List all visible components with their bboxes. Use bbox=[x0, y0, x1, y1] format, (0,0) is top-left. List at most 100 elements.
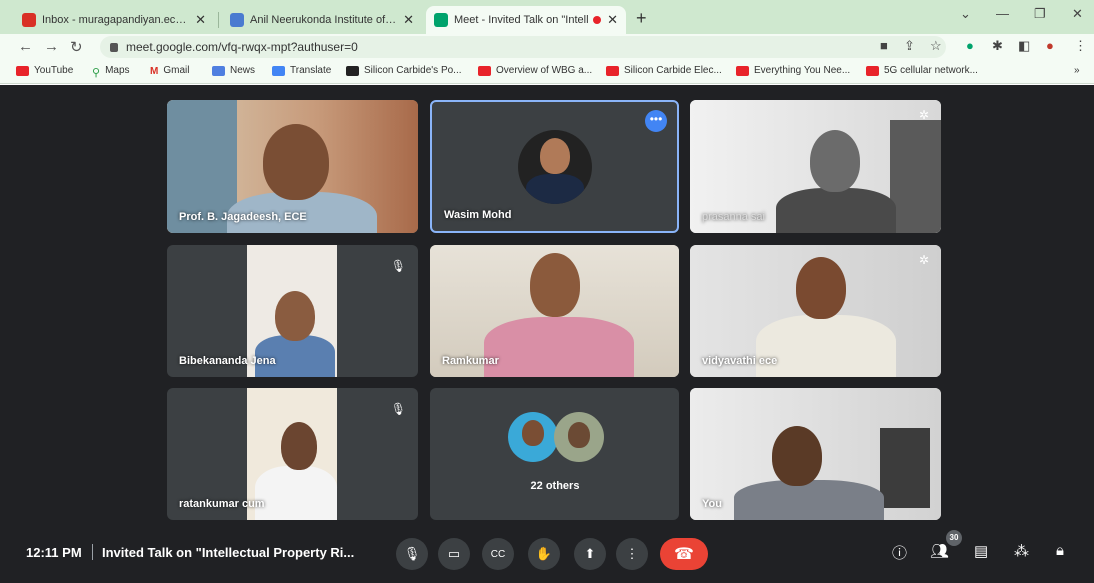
more-bookmarks-icon[interactable]: » bbox=[1074, 65, 1080, 76]
person-head bbox=[772, 426, 822, 486]
participant-tile[interactable]: ✲ prasanna sai bbox=[690, 100, 941, 233]
bookmark-label: 5G cellular network... bbox=[884, 65, 978, 76]
person-head bbox=[522, 420, 544, 446]
tab-label: Inbox - muragapandiyan.ece@... bbox=[42, 14, 190, 26]
tab-gmail-inbox[interactable]: Inbox - muragapandiyan.ece@... ✕ bbox=[14, 6, 214, 34]
more-options-icon[interactable]: ••• bbox=[645, 110, 667, 132]
participant-tile[interactable]: ✲ vidyavathi ece bbox=[690, 245, 941, 377]
profile-avatar-icon[interactable]: ● bbox=[1046, 38, 1054, 53]
extension-icon[interactable]: ● bbox=[966, 38, 974, 53]
back-icon[interactable]: ← bbox=[18, 38, 33, 55]
sidepanel-icon[interactable]: ◧ bbox=[1018, 38, 1030, 54]
address-bar[interactable]: meet.google.com/vfq-rwqx-mpt?authuser=0 bbox=[100, 36, 946, 58]
pin-icon[interactable]: ✲ bbox=[919, 253, 929, 267]
bookmark-label: News bbox=[230, 65, 256, 76]
participants-count-badge: 30 bbox=[946, 530, 962, 546]
leave-call-button[interactable]: ☎ bbox=[660, 538, 708, 570]
tab-label: Meet - Invited Talk on "Intell bbox=[454, 14, 589, 26]
bookmark-label: Overview of WBG a... bbox=[496, 65, 593, 76]
plus-icon[interactable]: + bbox=[636, 8, 647, 29]
menu-icon[interactable]: ⋮ bbox=[1074, 38, 1087, 54]
mic-button[interactable]: 🎙︎ bbox=[396, 538, 428, 570]
avatar bbox=[518, 130, 592, 204]
furniture-background bbox=[880, 428, 930, 508]
activities-icon[interactable]: ⁂ bbox=[1014, 542, 1029, 560]
bookmark-label: Silicon Carbide Elec... bbox=[624, 65, 722, 76]
close-icon[interactable]: ✕ bbox=[403, 12, 414, 28]
participant-tile-self[interactable]: You bbox=[690, 388, 941, 520]
chat-icon[interactable]: ▤ bbox=[974, 542, 988, 560]
gmail-icon bbox=[22, 13, 36, 27]
person-head bbox=[263, 124, 329, 200]
bookmark-gmail[interactable]: M Gmail bbox=[150, 65, 190, 77]
close-window-icon[interactable]: ✕ bbox=[1072, 6, 1083, 22]
host-controls-icon[interactable]: 🔒︎ bbox=[1056, 542, 1064, 559]
pin-icon[interactable]: ✲ bbox=[919, 108, 929, 122]
person-body bbox=[776, 188, 896, 233]
bookmark-everything[interactable]: Everything You Nee... bbox=[736, 65, 850, 76]
tab-institute[interactable]: Anil Neerukonda Institute of Tec ✕ bbox=[222, 6, 422, 34]
captions-button[interactable]: CC bbox=[482, 538, 514, 570]
person-body bbox=[255, 466, 337, 520]
bookmarks-bar: YouTube ⚲ Maps M Gmail News Translate Sili… bbox=[0, 60, 1094, 84]
camera-icon: ▭ bbox=[447, 546, 461, 561]
meet-stage: Prof. B. Jagadeesh, ECE ••• Wasim Mohd ✲… bbox=[0, 85, 1094, 583]
reload-icon[interactable]: ↻ bbox=[70, 38, 83, 56]
camera-button[interactable]: ▭ bbox=[438, 538, 470, 570]
participant-name: Bibekananda Jena bbox=[179, 355, 276, 367]
more-options-button[interactable]: ⋮ bbox=[616, 538, 648, 570]
participant-tile-active-speaker[interactable]: ••• Wasim Mohd bbox=[430, 100, 679, 233]
person-head bbox=[540, 138, 570, 174]
camera-indicator-icon[interactable]: ■ bbox=[880, 38, 888, 53]
bookmark-sic-power[interactable]: Silicon Carbide's Po... bbox=[346, 65, 462, 76]
avatar bbox=[508, 412, 558, 462]
person-head bbox=[796, 257, 846, 319]
people-icon[interactable]: 👥︎ bbox=[930, 542, 949, 560]
translate-icon bbox=[272, 65, 285, 76]
participant-tile[interactable]: 🎙︎ ratankumar cum bbox=[167, 388, 418, 520]
close-icon[interactable]: ✕ bbox=[607, 12, 618, 28]
meet-icon bbox=[434, 13, 448, 27]
bookmark-label: YouTube bbox=[34, 65, 74, 76]
tab-meet[interactable]: Meet - Invited Talk on "Intell ✕ bbox=[426, 6, 626, 34]
participant-tile[interactable]: 🎙︎ Bibekananda Jena bbox=[167, 245, 418, 377]
present-icon: ⬆ bbox=[584, 546, 596, 561]
bookmark-maps[interactable]: ⚲ Maps bbox=[92, 65, 130, 79]
page-icon bbox=[346, 65, 359, 76]
bookmark-wbg[interactable]: Overview of WBG a... bbox=[478, 65, 592, 76]
close-icon[interactable]: ✕ bbox=[195, 12, 206, 28]
participant-tile[interactable]: Prof. B. Jagadeesh, ECE bbox=[167, 100, 418, 233]
participant-name: Wasim Mohd bbox=[444, 209, 512, 221]
share-icon[interactable]: ⇪ bbox=[904, 38, 915, 54]
participant-name: ratankumar cum bbox=[179, 498, 265, 510]
raise-hand-button[interactable]: ✋ bbox=[528, 538, 560, 570]
maximize-icon[interactable]: ❐ bbox=[1034, 6, 1046, 22]
bookmark-5g[interactable]: 5G cellular network... bbox=[866, 65, 978, 76]
person-head bbox=[810, 130, 860, 192]
url-text: meet.google.com/vfq-rwqx-mpt?authuser=0 bbox=[126, 40, 358, 54]
info-icon[interactable]: ⓘ bbox=[892, 542, 907, 563]
bookmark-label: Gmail bbox=[163, 65, 190, 76]
bookmark-label: Silicon Carbide's Po... bbox=[364, 65, 462, 76]
tab-label: Anil Neerukonda Institute of Tec bbox=[250, 14, 398, 26]
chevron-down-icon[interactable]: ⌄ bbox=[960, 6, 971, 22]
star-icon[interactable]: ☆ bbox=[930, 38, 942, 54]
news-icon bbox=[212, 65, 225, 76]
forward-icon[interactable]: → bbox=[44, 38, 59, 55]
maps-icon: ⚲ bbox=[92, 66, 101, 79]
minimize-icon[interactable]: — bbox=[996, 6, 1009, 21]
bookmark-news[interactable]: News bbox=[212, 65, 255, 76]
mic-icon: 🎙︎ bbox=[403, 546, 421, 561]
bookmark-youtube[interactable]: YouTube bbox=[16, 65, 73, 76]
participant-tile[interactable]: Ramkumar bbox=[430, 245, 679, 377]
avatar bbox=[554, 412, 604, 462]
mic-off-icon: 🎙︎ bbox=[390, 402, 406, 416]
present-button[interactable]: ⬆ bbox=[574, 538, 606, 570]
hangup-icon: ☎ bbox=[674, 546, 694, 563]
bookmark-sic-elec[interactable]: Silicon Carbide Elec... bbox=[606, 65, 722, 76]
bookmark-translate[interactable]: Translate bbox=[272, 65, 331, 76]
tab-separator bbox=[218, 12, 219, 28]
puzzle-icon[interactable]: ✱ bbox=[992, 38, 1003, 54]
others-tile[interactable]: 22 others bbox=[430, 388, 679, 520]
browser-toolbar: ← → ↻ meet.google.com/vfq-rwqx-mpt?authu… bbox=[0, 34, 1094, 60]
